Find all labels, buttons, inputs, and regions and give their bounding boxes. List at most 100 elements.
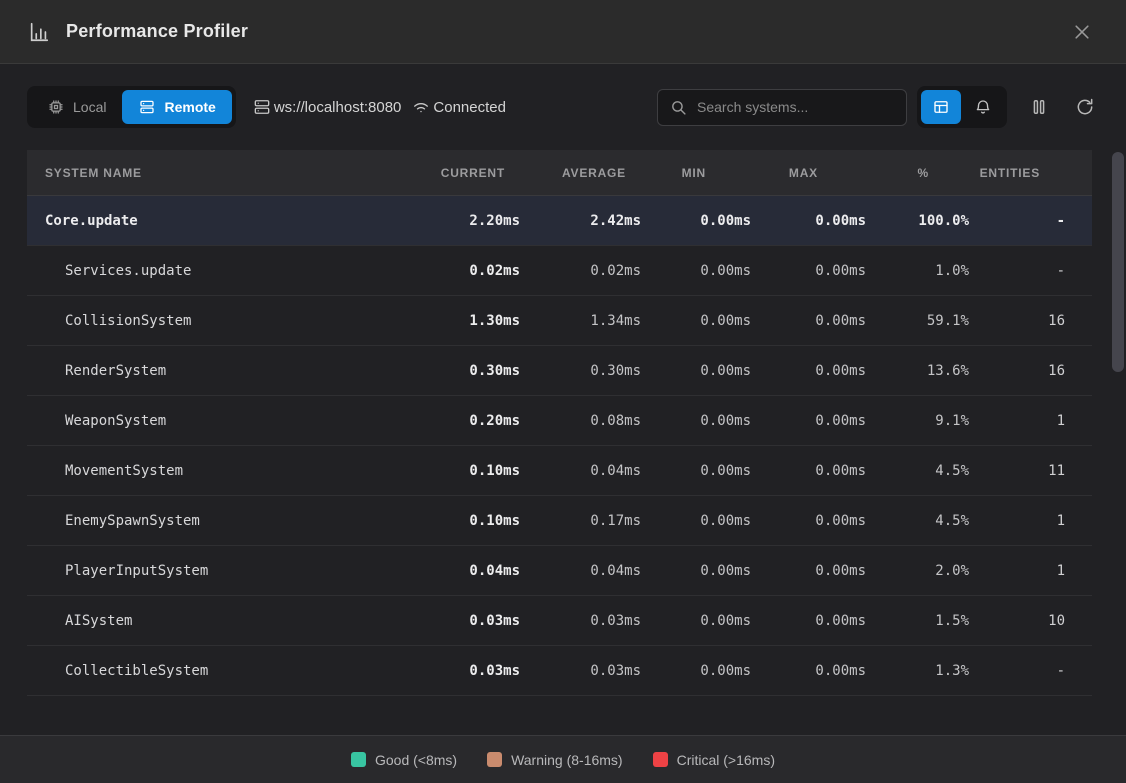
cell-average: 1.34ms [520,313,641,329]
cell-entities: 11 [969,463,1065,479]
refresh-button[interactable] [1071,93,1099,121]
cell-average: 0.03ms [520,663,641,679]
cell-average: 0.17ms [520,513,641,529]
cell-min: 0.00ms [641,563,751,579]
refresh-icon [1075,97,1095,117]
table-row[interactable]: MovementSystem0.10ms0.04ms0.00ms0.00ms4.… [27,446,1092,496]
legend-label-good: Good (<8ms) [375,752,457,768]
cell-system-name: WeaponSystem [27,413,410,429]
cell-percent: 59.1% [866,313,969,329]
cell-percent: 2.0% [866,563,969,579]
cell-current: 0.04ms [410,563,520,579]
column-header-percent[interactable]: % [866,166,969,180]
cell-max: 0.00ms [751,463,866,479]
cell-system-name: RenderSystem [27,363,410,379]
cell-percent: 13.6% [866,363,969,379]
cell-max: 0.00ms [751,213,866,229]
websocket-url: ws://localhost:8080 [252,97,402,117]
cell-current: 0.02ms [410,263,520,279]
table-icon [932,98,950,116]
alerts-button[interactable] [963,90,1003,124]
table-row[interactable]: WeaponSystem0.20ms0.08ms0.00ms0.00ms9.1%… [27,396,1092,446]
cell-current: 0.03ms [410,663,520,679]
cell-average: 0.04ms [520,563,641,579]
cell-min: 0.00ms [641,313,751,329]
cpu-chip-icon [47,98,65,116]
column-header-current[interactable]: CURRENT [410,166,520,180]
cell-system-name: MovementSystem [27,463,410,479]
table-row[interactable]: RenderSystem0.30ms0.30ms0.00ms0.00ms13.6… [27,346,1092,396]
cell-current: 0.30ms [410,363,520,379]
cell-system-name: Services.update [27,263,410,279]
column-header-min[interactable]: MIN [641,166,751,180]
table-view-button[interactable] [921,90,961,124]
cell-max: 0.00ms [751,663,866,679]
table-row[interactable]: CollectibleSystem0.03ms0.03ms0.00ms0.00m… [27,646,1092,696]
title-bar: Performance Profiler [0,0,1126,64]
cell-average: 0.04ms [520,463,641,479]
local-mode-button[interactable]: Local [31,90,122,124]
cell-system-name: CollectibleSystem [27,663,410,679]
warning-swatch [487,752,502,767]
cell-min: 0.00ms [641,513,751,529]
remote-mode-button[interactable]: Remote [122,90,231,124]
cell-min: 0.00ms [641,663,751,679]
critical-swatch [653,752,668,767]
cell-min: 0.00ms [641,413,751,429]
table-row[interactable]: Services.update0.02ms0.02ms0.00ms0.00ms1… [27,246,1092,296]
wifi-icon [411,97,431,117]
cell-percent: 100.0% [866,213,969,229]
column-header-average[interactable]: AVERAGE [520,166,641,180]
pause-icon [1029,97,1049,117]
systems-table: SYSTEM NAME CURRENT AVERAGE MIN MAX % EN… [27,150,1092,696]
cell-current: 2.20ms [410,213,520,229]
column-header-entities[interactable]: ENTITIES [969,166,1065,180]
table-row[interactable]: AISystem0.03ms0.03ms0.00ms0.00ms1.5%10 [27,596,1092,646]
cell-average: 0.02ms [520,263,641,279]
view-toggle-group [917,86,1007,128]
cell-entities: 1 [969,513,1065,529]
column-header-max[interactable]: MAX [751,166,866,180]
cell-average: 0.03ms [520,613,641,629]
legend-item-good: Good (<8ms) [351,752,457,768]
cell-min: 0.00ms [641,463,751,479]
table-row[interactable]: PlayerInputSystem0.04ms0.04ms0.00ms0.00m… [27,546,1092,596]
legend-item-critical: Critical (>16ms) [653,752,775,768]
cell-percent: 1.5% [866,613,969,629]
cell-system-name: PlayerInputSystem [27,563,410,579]
cell-percent: 9.1% [866,413,969,429]
page-title: Performance Profiler [66,21,1066,42]
table-header-row: SYSTEM NAME CURRENT AVERAGE MIN MAX % EN… [27,150,1092,196]
cell-percent: 1.0% [866,263,969,279]
cell-max: 0.00ms [751,263,866,279]
connection-status-text: Connected [433,99,506,116]
legend-label-critical: Critical (>16ms) [677,752,775,768]
cell-entities: 10 [969,613,1065,629]
good-swatch [351,752,366,767]
table-row[interactable]: Core.update2.20ms2.42ms0.00ms0.00ms100.0… [27,196,1092,246]
cell-current: 0.20ms [410,413,520,429]
legend-label-warning: Warning (8-16ms) [511,752,623,768]
cell-max: 0.00ms [751,563,866,579]
cell-entities: 1 [969,413,1065,429]
cell-average: 0.08ms [520,413,641,429]
cell-max: 0.00ms [751,413,866,429]
bar-chart-icon [28,21,50,43]
close-button[interactable] [1066,16,1098,48]
cell-percent: 4.5% [866,463,969,479]
search-input[interactable] [697,99,894,115]
pause-button[interactable] [1025,93,1053,121]
cell-percent: 4.5% [866,513,969,529]
vertical-scrollbar[interactable] [1112,152,1124,372]
table-row[interactable]: EnemySpawnSystem0.10ms0.17ms0.00ms0.00ms… [27,496,1092,546]
table-row[interactable]: CollisionSystem1.30ms1.34ms0.00ms0.00ms5… [27,296,1092,346]
cell-max: 0.00ms [751,513,866,529]
cell-system-name: EnemySpawnSystem [27,513,410,529]
column-header-system-name[interactable]: SYSTEM NAME [27,166,410,180]
connection-status: Connected [411,97,506,117]
cell-entities: - [969,663,1065,679]
cell-max: 0.00ms [751,313,866,329]
cell-entities: 16 [969,363,1065,379]
cell-system-name: AISystem [27,613,410,629]
close-icon [1072,22,1092,42]
